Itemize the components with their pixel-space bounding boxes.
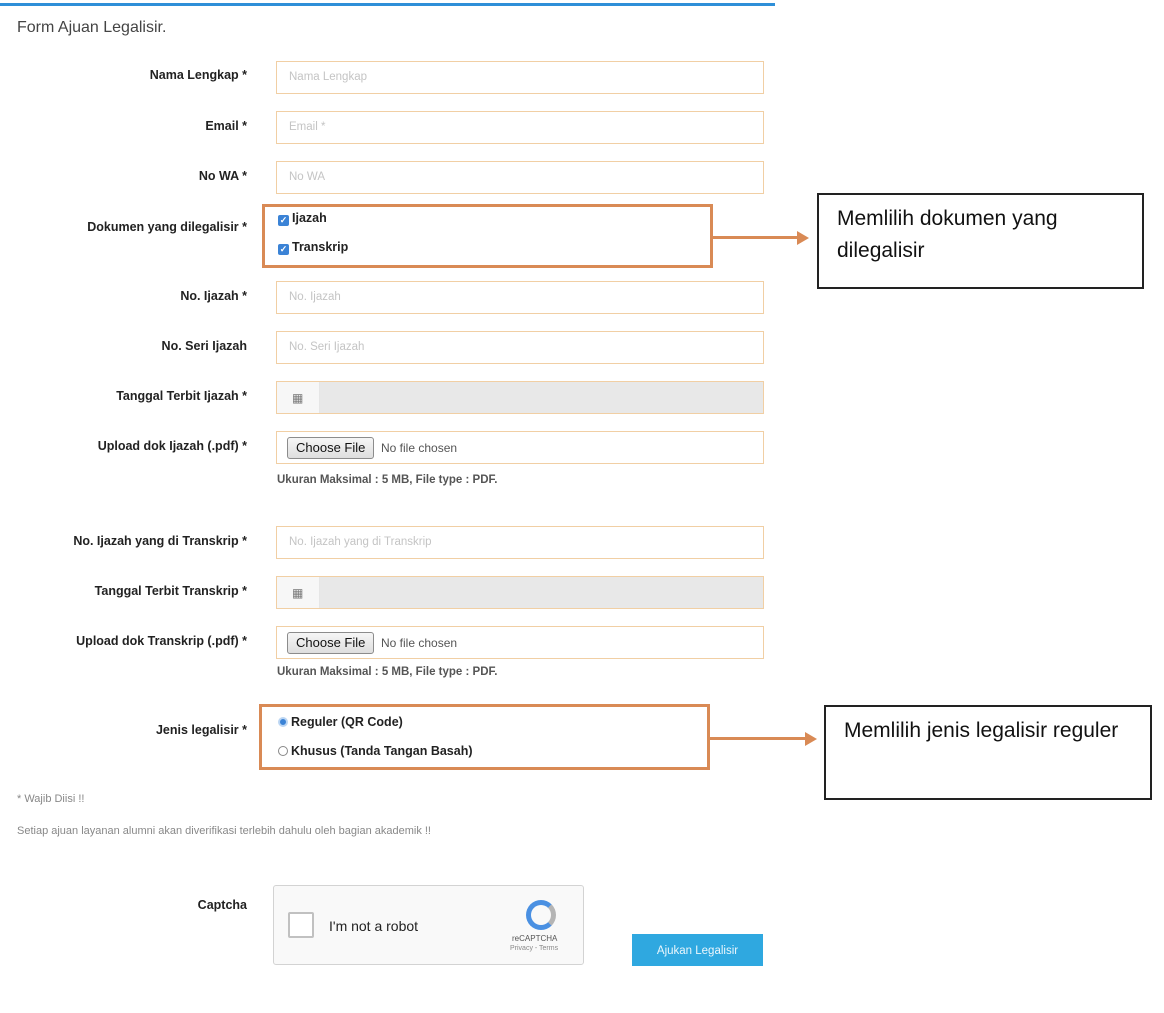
dokumen-label: Dokumen yang dilegalisir * xyxy=(87,220,247,234)
wa-input[interactable]: No WA xyxy=(276,161,764,194)
calendar-addon[interactable]: ▦ xyxy=(277,577,320,608)
tgl-transkrip-input[interactable]: ▦ xyxy=(276,576,764,609)
required-note: * Wajib Diisi !! xyxy=(17,793,85,805)
dokumen-arrow-line xyxy=(713,236,799,239)
calendar-icon: ▦ xyxy=(292,586,304,600)
dokumen-highlight-box xyxy=(262,204,713,268)
upload-ijazah-field[interactable]: Choose File No file chosen xyxy=(276,431,764,464)
tgl-ijazah-input[interactable]: ▦ xyxy=(276,381,764,414)
submit-button[interactable]: Ajukan Legalisir xyxy=(632,934,763,966)
jenis-label: Jenis legalisir * xyxy=(155,723,247,737)
tgl-transkrip-label: Tanggal Terbit Transkrip * xyxy=(94,584,247,598)
jenis-highlight-box xyxy=(259,704,710,770)
nama-placeholder: Nama Lengkap xyxy=(289,71,367,83)
upload-ijazah-hint: Ukuran Maksimal : 5 MB, File type : PDF. xyxy=(277,474,498,486)
nama-label: Nama Lengkap * xyxy=(149,68,247,82)
recaptcha-logo-icon xyxy=(526,900,556,930)
recaptcha-widget[interactable]: I'm not a robot reCAPTCHA Privacy - Term… xyxy=(273,885,584,965)
no-ijazah-placeholder: No. Ijazah xyxy=(289,291,341,303)
email-label: Email * xyxy=(205,119,247,133)
upload-ijazah-label: Upload dok Ijazah (.pdf) * xyxy=(97,439,247,453)
header-divider xyxy=(0,3,775,6)
no-seri-input[interactable]: No. Seri Ijazah xyxy=(276,331,764,364)
form-title: Form Ajuan Legalisir. xyxy=(17,19,167,36)
upload-transkrip-hint: Ukuran Maksimal : 5 MB, File type : PDF. xyxy=(277,666,498,678)
calendar-addon[interactable]: ▦ xyxy=(277,382,320,413)
file-status: No file chosen xyxy=(381,441,458,455)
nama-input[interactable]: Nama Lengkap xyxy=(276,61,764,94)
choose-file-button[interactable]: Choose File xyxy=(287,437,375,459)
no-ijazah-transkrip-label: No. Ijazah yang di Transkrip * xyxy=(73,534,247,548)
verification-note: Setiap ajuan layanan alumni akan diverif… xyxy=(17,825,431,837)
captcha-text: I'm not a robot xyxy=(329,918,419,934)
wa-label: No WA * xyxy=(198,169,247,183)
upload-transkrip-field[interactable]: Choose File No file chosen xyxy=(276,626,764,659)
captcha-label: Captcha xyxy=(197,898,247,912)
no-seri-placeholder: No. Seri Ijazah xyxy=(289,341,365,353)
captcha-checkbox[interactable] xyxy=(288,912,314,938)
no-ijazah-transkrip-input[interactable]: No. Ijazah yang di Transkrip xyxy=(276,526,764,559)
jenis-callout: Memlilih jenis legalisir reguler xyxy=(824,705,1152,800)
file-status: No file chosen xyxy=(381,636,458,650)
jenis-arrow-line xyxy=(710,737,807,740)
upload-transkrip-label: Upload dok Transkrip (.pdf) * xyxy=(76,634,247,648)
dokumen-arrow-head xyxy=(797,231,809,245)
email-input[interactable]: Email * xyxy=(276,111,764,144)
dokumen-callout: Memlilih dokumen yang dilegalisir xyxy=(817,193,1144,289)
tgl-ijazah-label: Tanggal Terbit Ijazah * xyxy=(116,389,247,403)
choose-file-button[interactable]: Choose File xyxy=(287,632,375,654)
jenis-arrow-head xyxy=(805,732,817,746)
no-ijazah-input[interactable]: No. Ijazah xyxy=(276,281,764,314)
recaptcha-brand: reCAPTCHA xyxy=(512,934,558,943)
no-ijazah-label: No. Ijazah * xyxy=(180,289,247,303)
email-placeholder: Email * xyxy=(289,121,326,133)
wa-placeholder: No WA xyxy=(289,171,325,183)
calendar-icon: ▦ xyxy=(292,391,304,405)
no-seri-label: No. Seri Ijazah xyxy=(161,339,247,353)
no-ijazah-transkrip-placeholder: No. Ijazah yang di Transkrip xyxy=(289,536,432,548)
recaptcha-links[interactable]: Privacy - Terms xyxy=(510,945,558,952)
